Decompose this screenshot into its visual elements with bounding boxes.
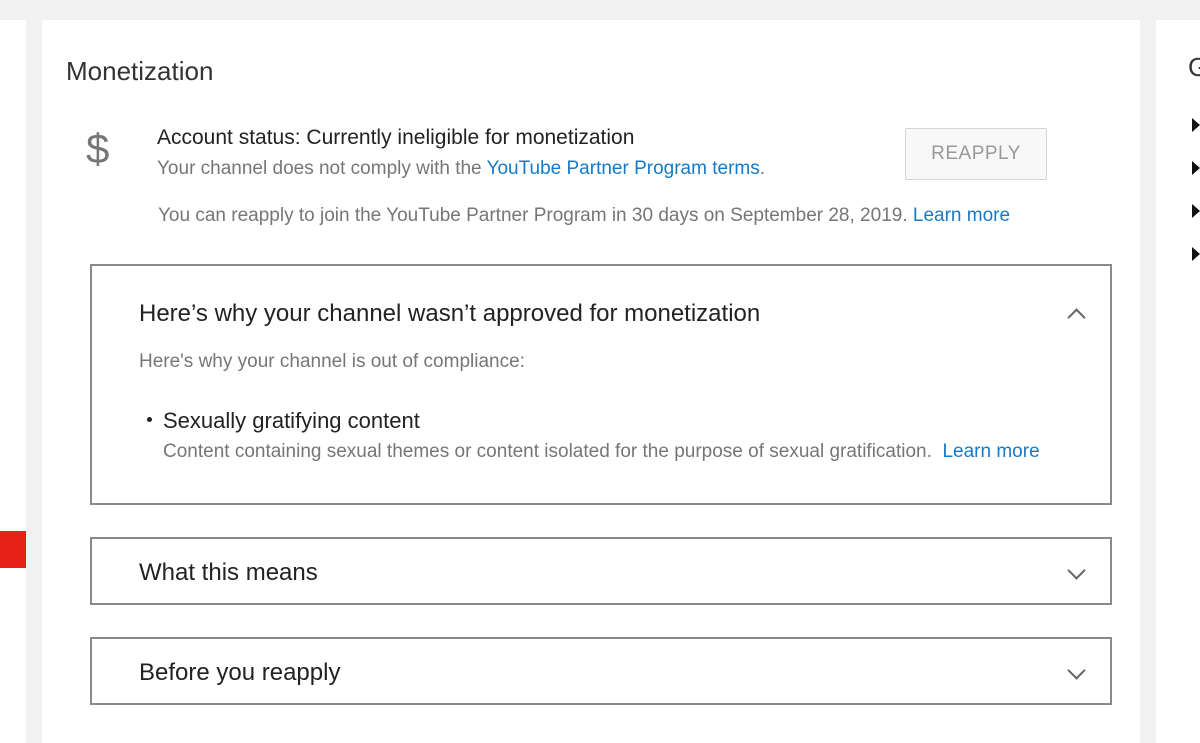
account-status-title: Account status: Currently ineligible for…	[157, 126, 635, 149]
caret-right-icon[interactable]	[1192, 247, 1200, 261]
account-status-subtitle: Your channel does not comply with the Yo…	[157, 158, 765, 180]
active-nav-marker	[0, 531, 26, 568]
panel-not-approved-reasons: Here’s why your channel wasn’t approved …	[90, 264, 1112, 505]
caret-right-icon[interactable]	[1192, 118, 1200, 132]
panel-what-this-means[interactable]: What this means	[90, 537, 1112, 605]
reapply-button[interactable]: REAPPLY	[905, 128, 1047, 180]
panel-subtitle: Here's why your channel is out of compli…	[139, 351, 525, 372]
subtitle-suffix: .	[759, 158, 766, 179]
subtitle-prefix: Your channel does not comply with the	[157, 158, 487, 179]
caret-right-icon[interactable]	[1192, 204, 1200, 218]
reason-description: Content containing sexual themes or cont…	[163, 440, 1083, 464]
reapply-info: You can reapply to join the YouTube Part…	[158, 205, 1010, 227]
chevron-down-icon[interactable]	[1067, 561, 1086, 580]
panel-title[interactable]: Here’s why your channel wasn’t approved …	[139, 300, 760, 328]
right-sidebar-card: G	[1156, 20, 1200, 743]
monetization-card: Monetization $ Account status: Currently…	[42, 20, 1140, 743]
learn-more-link[interactable]: Learn more	[913, 205, 1010, 226]
left-sidebar-edge	[0, 20, 26, 743]
dollar-icon: $	[86, 125, 110, 172]
partner-program-terms-link[interactable]: YouTube Partner Program terms	[487, 158, 760, 179]
reapply-info-text: You can reapply to join the YouTube Part…	[158, 205, 908, 226]
right-sidebar-heading: G	[1188, 52, 1200, 82]
chevron-down-icon[interactable]	[1067, 661, 1086, 680]
page-title: Monetization	[66, 56, 214, 86]
reason-title: Sexually gratifying content	[163, 408, 420, 433]
reason-learn-more-link[interactable]: Learn more	[942, 441, 1039, 462]
caret-right-icon[interactable]	[1192, 161, 1200, 175]
chevron-up-icon[interactable]	[1067, 308, 1086, 327]
bullet-icon	[147, 417, 152, 422]
panel-title[interactable]: What this means	[139, 559, 318, 587]
panel-before-you-reapply[interactable]: Before you reapply	[90, 637, 1112, 705]
reason-description-text: Content containing sexual themes or cont…	[163, 441, 932, 462]
panel-title[interactable]: Before you reapply	[139, 659, 340, 687]
